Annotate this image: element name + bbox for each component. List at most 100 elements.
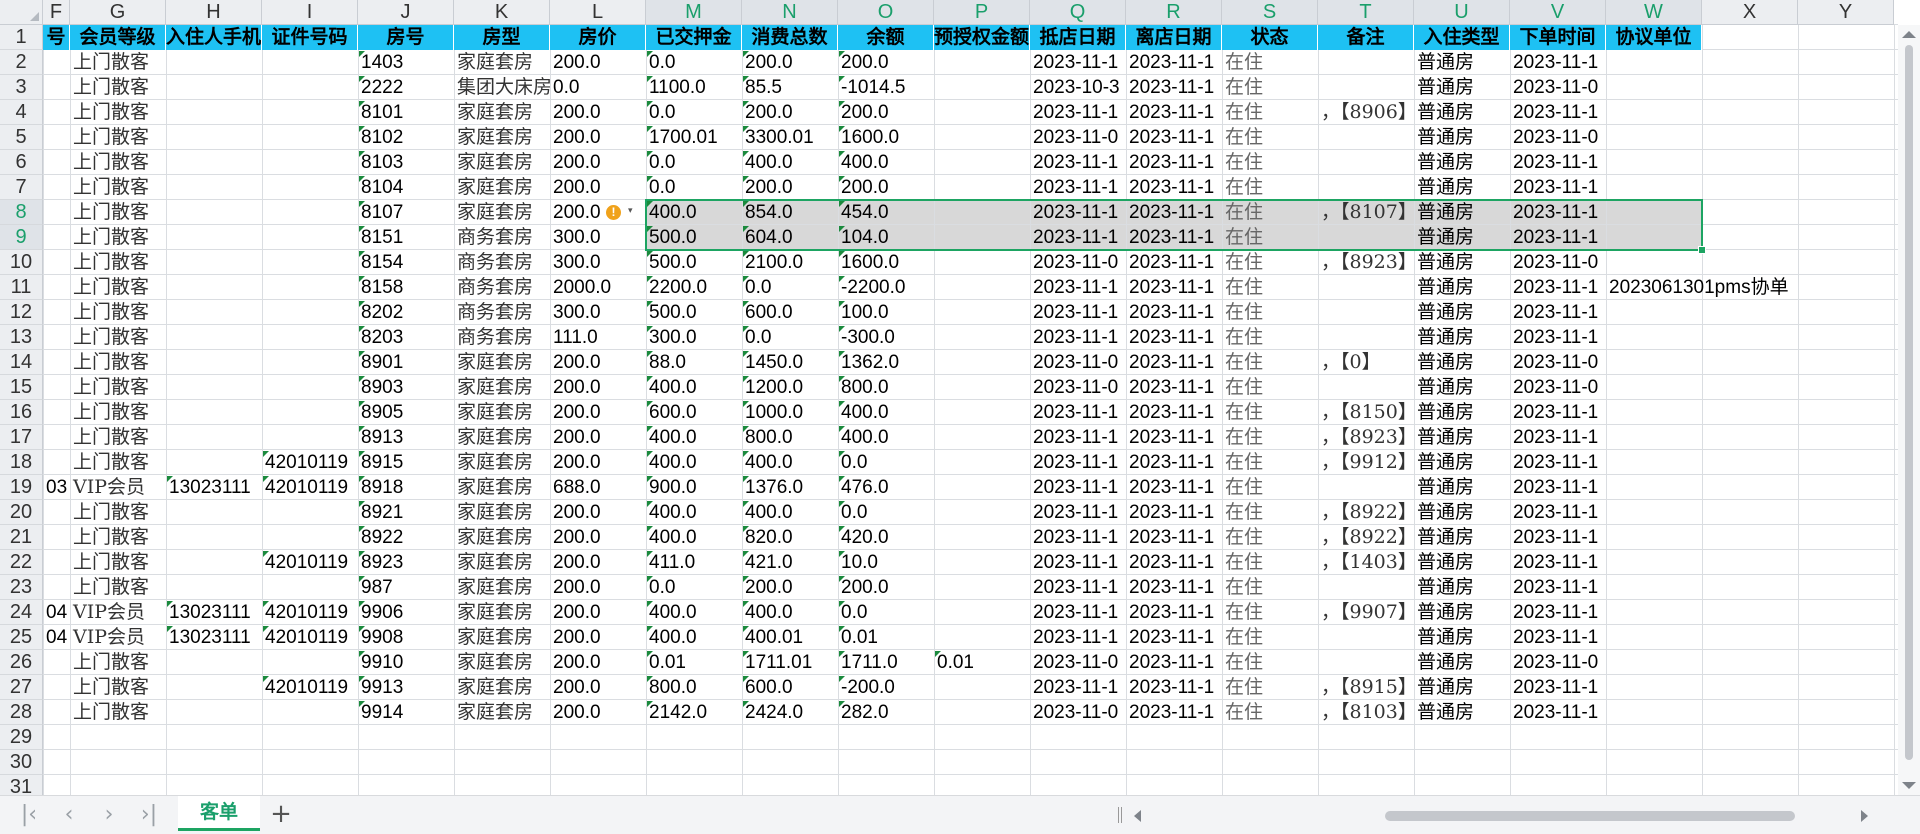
table-cell[interactable]: 2023-11-1 bbox=[1126, 500, 1222, 525]
table-cell[interactable]: 200.0 bbox=[550, 675, 646, 700]
table-cell[interactable]: 2023-11-1 bbox=[1030, 600, 1126, 625]
table-cell[interactable]: 200.0 bbox=[742, 50, 838, 75]
table-cell[interactable]: 200.0 bbox=[550, 100, 646, 125]
header-cell[interactable]: 余额 bbox=[838, 25, 934, 50]
table-cell[interactable]: 820.0 bbox=[742, 525, 838, 550]
table-cell[interactable]: 200.0 bbox=[838, 175, 934, 200]
vertical-scroll-thumb[interactable] bbox=[1905, 45, 1913, 760]
table-cell[interactable]: 500.0 bbox=[646, 250, 742, 275]
table-cell[interactable]: 上门散客 bbox=[70, 350, 166, 375]
table-cell[interactable]: 2023-11-1 bbox=[1030, 175, 1126, 200]
table-cell[interactable]: 200.0 bbox=[550, 450, 646, 475]
column-header-x[interactable]: X bbox=[1702, 0, 1798, 25]
table-cell[interactable]: 普通房 bbox=[1414, 700, 1510, 725]
horizontal-scroll-thumb[interactable] bbox=[1385, 811, 1795, 821]
table-cell[interactable]: 在住 bbox=[1222, 600, 1318, 625]
table-cell[interactable]: 8102 bbox=[358, 125, 454, 150]
table-cell[interactable]: 2023-11-1 bbox=[1030, 550, 1126, 575]
table-cell[interactable]: 8151 bbox=[358, 225, 454, 250]
table-cell[interactable]: 在住 bbox=[1222, 100, 1318, 125]
table-cell[interactable]: 2023-11-1 bbox=[1126, 175, 1222, 200]
table-cell[interactable]: 8202 bbox=[358, 300, 454, 325]
table-cell[interactable]: 上门散客 bbox=[70, 200, 166, 225]
table-cell[interactable]: 300.0 bbox=[550, 225, 646, 250]
table-cell[interactable]: 2023-11-1 bbox=[1030, 625, 1126, 650]
table-cell[interactable]: 普通房 bbox=[1414, 350, 1510, 375]
table-cell[interactable]: 上门散客 bbox=[70, 425, 166, 450]
table-cell[interactable]: 普通房 bbox=[1414, 575, 1510, 600]
row-header-24[interactable]: 24 bbox=[0, 600, 43, 625]
table-cell[interactable]: 476.0 bbox=[838, 475, 934, 500]
table-cell[interactable]: 42010119 bbox=[262, 475, 358, 500]
table-cell[interactable]: 300.0 bbox=[550, 250, 646, 275]
header-cell[interactable]: 证件号码 bbox=[262, 25, 358, 50]
table-cell[interactable]: 200.0 bbox=[550, 175, 646, 200]
table-cell[interactable]: 400.0 bbox=[838, 400, 934, 425]
table-cell[interactable]: 2023-11-1 bbox=[1126, 75, 1222, 100]
table-cell[interactable]: 1200.0 bbox=[742, 375, 838, 400]
table-cell[interactable]: 600.0 bbox=[742, 300, 838, 325]
table-cell[interactable]: 在住 bbox=[1222, 50, 1318, 75]
header-cell[interactable]: 房型 bbox=[454, 25, 550, 50]
table-cell[interactable]: 在住 bbox=[1222, 75, 1318, 100]
table-cell[interactable]: 2023-11-1 bbox=[1030, 500, 1126, 525]
fill-handle[interactable] bbox=[1698, 246, 1706, 254]
table-cell[interactable]: 2023-11-1 bbox=[1510, 525, 1606, 550]
row-header-9[interactable]: 9 bbox=[0, 225, 43, 250]
table-cell[interactable]: 1362.0 bbox=[838, 350, 934, 375]
table-cell[interactable]: 8203 bbox=[358, 325, 454, 350]
row-header-21[interactable]: 21 bbox=[0, 525, 43, 550]
table-cell[interactable]: 1700.01 bbox=[646, 125, 742, 150]
table-cell[interactable]: 上门散客 bbox=[70, 100, 166, 125]
table-cell[interactable]: 2023-11-1 bbox=[1126, 700, 1222, 725]
table-cell[interactable]: 家庭套房 bbox=[454, 150, 550, 175]
table-cell[interactable]: 10.0 bbox=[838, 550, 934, 575]
table-cell[interactable]: 400.0 bbox=[646, 600, 742, 625]
table-cell[interactable]: 300.0 bbox=[550, 300, 646, 325]
table-cell[interactable]: 8901 bbox=[358, 350, 454, 375]
table-cell[interactable]: 42010119 bbox=[262, 675, 358, 700]
table-cell[interactable]: 88.0 bbox=[646, 350, 742, 375]
table-cell[interactable]: 在住 bbox=[1222, 375, 1318, 400]
table-cell[interactable]: 2023-11-1 bbox=[1510, 50, 1606, 75]
row-header-12[interactable]: 12 bbox=[0, 300, 43, 325]
table-cell[interactable]: 0.01 bbox=[934, 650, 1030, 675]
table-cell[interactable]: 普通房 bbox=[1414, 50, 1510, 75]
table-cell[interactable]: 上门散客 bbox=[70, 50, 166, 75]
table-cell[interactable]: 普通房 bbox=[1414, 250, 1510, 275]
table-cell[interactable]: 8104 bbox=[358, 175, 454, 200]
row-header-4[interactable]: 4 bbox=[0, 100, 43, 125]
table-cell[interactable]: 2424.0 bbox=[742, 700, 838, 725]
table-cell[interactable]: 0.0 bbox=[646, 150, 742, 175]
row-header-22[interactable]: 22 bbox=[0, 550, 43, 575]
table-cell[interactable]: 0.0 bbox=[646, 175, 742, 200]
table-cell[interactable]: 13023111 bbox=[166, 625, 262, 650]
table-cell[interactable]: 2023-11-0 bbox=[1030, 700, 1126, 725]
table-cell[interactable]: 普通房 bbox=[1414, 525, 1510, 550]
table-cell[interactable]: 13023111 bbox=[166, 600, 262, 625]
column-header-j[interactable]: J bbox=[358, 0, 454, 25]
table-cell[interactable]: 2023-11-1 bbox=[1126, 600, 1222, 625]
table-cell[interactable]: 在住 bbox=[1222, 525, 1318, 550]
table-cell[interactable]: 商务套房 bbox=[454, 275, 550, 300]
table-cell[interactable]: 在住 bbox=[1222, 500, 1318, 525]
table-cell[interactable]: 2023-11-0 bbox=[1510, 650, 1606, 675]
column-header-s[interactable]: S bbox=[1222, 0, 1318, 25]
table-cell[interactable]: 上门散客 bbox=[70, 75, 166, 100]
table-cell[interactable]: 1711.0 bbox=[838, 650, 934, 675]
header-cell[interactable]: 备注 bbox=[1318, 25, 1414, 50]
table-cell[interactable]: 家庭套房 bbox=[454, 200, 550, 225]
table-cell[interactable]: 8154 bbox=[358, 250, 454, 275]
table-cell[interactable]: 家庭套房 bbox=[454, 100, 550, 125]
table-cell[interactable]: 2023-11-0 bbox=[1030, 650, 1126, 675]
table-cell[interactable]: 在住 bbox=[1222, 675, 1318, 700]
table-cell[interactable]: 9913 bbox=[358, 675, 454, 700]
table-cell[interactable]: ，【8915】 bbox=[1318, 675, 1414, 700]
table-cell[interactable]: 2142.0 bbox=[646, 700, 742, 725]
table-cell[interactable]: 普通房 bbox=[1414, 325, 1510, 350]
table-cell[interactable]: ，【8103】 bbox=[1318, 700, 1414, 725]
table-cell[interactable]: 上门散客 bbox=[70, 700, 166, 725]
header-cell[interactable]: 号 bbox=[43, 25, 70, 50]
row-header-29[interactable]: 29 bbox=[0, 725, 43, 750]
table-cell[interactable]: 200.0 bbox=[742, 575, 838, 600]
